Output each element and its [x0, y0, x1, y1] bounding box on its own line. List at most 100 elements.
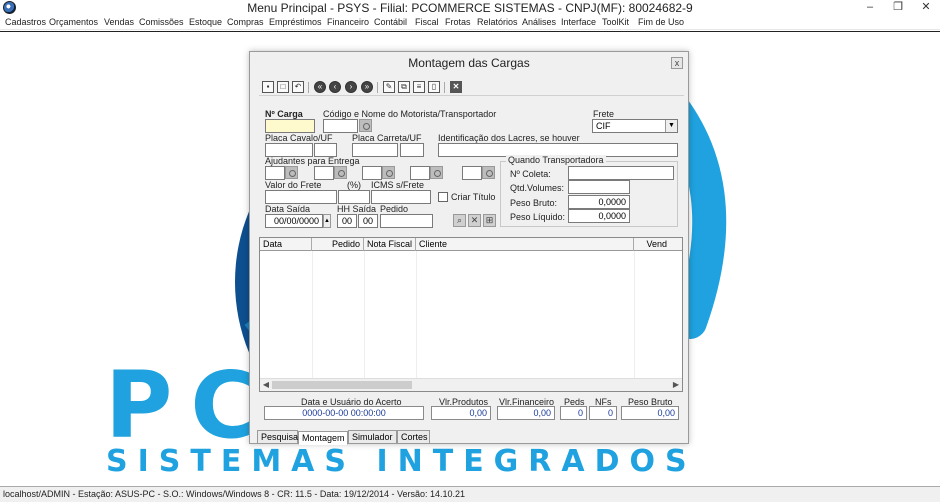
column-header-cliente[interactable]: Cliente — [416, 238, 634, 251]
last-icon[interactable]: » — [361, 81, 373, 93]
menu-interface[interactable]: Interface — [561, 16, 596, 29]
dialog-close-button[interactable]: x — [671, 57, 683, 69]
icms-frete-input[interactable] — [371, 190, 431, 204]
label-placa-carreta: Placa Carreta/UF — [352, 133, 422, 143]
vlr-financeiro-value: 0,00 — [497, 406, 555, 420]
column-header-nota-fiscal[interactable]: Nota Fiscal — [364, 238, 416, 251]
pedido-input[interactable] — [380, 214, 433, 228]
pedidos-grid[interactable]: Data Pedido Nota Fiscal Cliente Vend ◀ ▶ — [259, 237, 683, 392]
menu-contabil[interactable]: Contábil — [374, 16, 407, 29]
placa-carreta-input[interactable] — [352, 143, 398, 157]
ajudante-1-lookup-button[interactable] — [285, 166, 298, 179]
status-bar: localhost/ADMIN - Estação: ASUS-PC - S.O… — [0, 486, 940, 502]
menu-comissoes[interactable]: Comissões — [139, 16, 184, 29]
menu-orcamentos[interactable]: Orçamentos — [49, 16, 98, 29]
delete-icon[interactable]: ▯ — [428, 81, 440, 93]
window-titlebar: Menu Principal - PSYS - Filial: PCOMMERC… — [0, 0, 940, 16]
column-header-vend[interactable]: Vend — [634, 238, 682, 251]
column-header-pedido[interactable]: Pedido — [312, 238, 364, 251]
uf-cavalo-input[interactable] — [314, 143, 337, 157]
placa-cavalo-input[interactable] — [265, 143, 313, 157]
criar-titulo-checkbox[interactable] — [438, 192, 448, 202]
percentual-input[interactable] — [338, 190, 370, 204]
ajudante-3-input[interactable] — [362, 166, 382, 180]
vlr-produtos-value: 0,00 — [431, 406, 491, 420]
grid-header: Data Pedido Nota Fiscal Cliente Vend — [260, 238, 682, 251]
report-icon[interactable]: ≡ — [413, 81, 425, 93]
ajudante-5-lookup-button[interactable] — [482, 166, 495, 179]
menu-frotas[interactable]: Frotas — [445, 16, 471, 29]
undo-icon[interactable]: ↶ — [292, 81, 304, 93]
valor-frete-input[interactable] — [265, 190, 337, 204]
scrollbar-thumb[interactable] — [272, 381, 412, 389]
data-saida-input[interactable]: 00/00/0000 — [265, 214, 323, 228]
ajudante-5-input[interactable] — [462, 166, 482, 180]
ajudante-2-input[interactable] — [314, 166, 334, 180]
label-placa-cavalo: Placa Cavalo/UF — [265, 133, 333, 143]
grid-horizontal-scrollbar[interactable]: ◀ ▶ — [260, 378, 682, 391]
ajudante-4-input[interactable] — [410, 166, 430, 180]
uf-carreta-input[interactable] — [400, 143, 424, 157]
save-icon[interactable]: ▪ — [262, 81, 274, 93]
hh-saida-input[interactable]: 00 — [337, 214, 357, 228]
pedido-lookup-icon[interactable]: ⌕ — [453, 214, 466, 227]
tab-pesquisa[interactable]: Pesquisa — [257, 430, 298, 444]
motorista-lookup-button[interactable] — [359, 119, 372, 132]
menu-toolkit[interactable]: ToolKit — [602, 16, 629, 29]
mm-saida-input[interactable]: 00 — [358, 214, 378, 228]
peso-bruto-input[interactable]: 0,0000 — [568, 195, 630, 209]
label-qtd-volumes: Qtd.Volumes: — [510, 183, 565, 193]
menu-vendas[interactable]: Vendas — [104, 16, 134, 29]
data-saida-spin-button[interactable]: ▲ — [323, 214, 331, 228]
label-nro-coleta: Nº Coleta: — [510, 169, 551, 179]
ajudante-4-lookup-button[interactable] — [430, 166, 443, 179]
label-motorista: Código e Nome do Motorista/Transportador — [323, 109, 497, 119]
montagem-dialog: Montagem das Cargas x ▪ □ ↶ « ‹ › » ✎ ⧉ … — [249, 51, 689, 445]
menu-fiscal[interactable]: Fiscal — [415, 16, 439, 29]
column-header-data[interactable]: Data — [260, 238, 312, 251]
nfs-value: 0 — [589, 406, 617, 420]
next-icon[interactable]: › — [345, 81, 357, 93]
chevron-down-icon[interactable]: ▼ — [665, 120, 677, 132]
new-icon[interactable]: □ — [277, 81, 289, 93]
menu-financeiro[interactable]: Financeiro — [327, 16, 369, 29]
tab-montagem[interactable]: Montagem — [298, 431, 348, 445]
tab-cortes[interactable]: Cortes — [397, 430, 430, 444]
ajudante-1-input[interactable] — [265, 166, 285, 180]
add-pedido-icon[interactable]: ⊞ — [483, 214, 496, 227]
nro-coleta-input[interactable] — [568, 166, 674, 180]
tab-simulador[interactable]: Simulador — [348, 430, 397, 444]
label-nro-carga: Nº Carga — [265, 109, 303, 119]
previous-icon[interactable]: ‹ — [329, 81, 341, 93]
menu-relatorios[interactable]: Relatórios — [477, 16, 518, 29]
minimize-button[interactable]: – — [858, 0, 882, 15]
close-window-button[interactable]: ✕ — [914, 0, 938, 15]
menu-estoque[interactable]: Estoque — [189, 16, 222, 29]
transportadora-group-title: Quando Transportadora — [506, 155, 606, 165]
label-percentual: (%) — [347, 180, 361, 190]
label-peso-bruto: Peso Bruto: — [510, 198, 558, 208]
qtd-volumes-input[interactable] — [568, 180, 630, 194]
copy-icon[interactable]: ⧉ — [398, 81, 410, 93]
edit-icon[interactable]: ✎ — [383, 81, 395, 93]
label-valor-frete: Valor do Frete — [265, 180, 322, 190]
close-icon[interactable]: ✕ — [450, 81, 462, 93]
restore-button[interactable]: ❐ — [886, 0, 910, 15]
menu-emprestimos[interactable]: Empréstimos — [269, 16, 322, 29]
frete-select[interactable]: CIF ▼ — [592, 119, 678, 133]
status-text: localhost/ADMIN - Estação: ASUS-PC - S.O… — [3, 489, 466, 499]
scroll-left-icon[interactable]: ◀ — [260, 379, 272, 391]
motorista-code-input[interactable] — [323, 119, 358, 133]
peds-value: 0 — [560, 406, 587, 420]
remove-pedido-icon[interactable]: ✕ — [468, 214, 481, 227]
ajudante-2-lookup-button[interactable] — [334, 166, 347, 179]
menu-fim-de-uso[interactable]: Fim de Uso — [638, 16, 684, 29]
menu-cadastros[interactable]: Cadastros — [5, 16, 46, 29]
peso-liquido-input[interactable]: 0,0000 — [568, 209, 630, 223]
first-icon[interactable]: « — [314, 81, 326, 93]
nro-carga-input[interactable] — [265, 119, 315, 133]
menu-analises[interactable]: Análises — [522, 16, 556, 29]
scroll-right-icon[interactable]: ▶ — [670, 379, 682, 391]
ajudante-3-lookup-button[interactable] — [382, 166, 395, 179]
menu-compras[interactable]: Compras — [227, 16, 264, 29]
